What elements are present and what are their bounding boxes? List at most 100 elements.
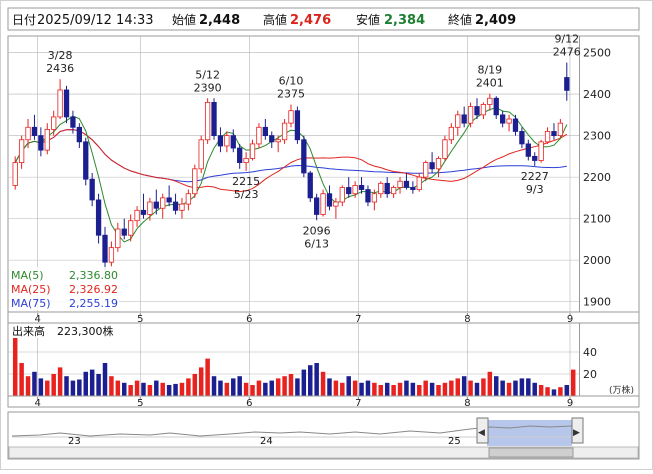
price-y-tick-label: 2000 bbox=[583, 254, 611, 267]
volume-bar bbox=[83, 371, 89, 396]
candle-down bbox=[140, 209, 147, 215]
navigator-selected-range[interactable] bbox=[487, 420, 572, 446]
candle-up bbox=[538, 141, 544, 161]
volume-bar bbox=[519, 378, 525, 396]
navigator-right-arrow-icon: ▶ bbox=[573, 428, 580, 438]
candle-up bbox=[416, 176, 422, 190]
candle-up bbox=[423, 162, 429, 178]
candle-down bbox=[301, 139, 307, 174]
volume-bar bbox=[397, 382, 403, 396]
volume-bar bbox=[166, 385, 172, 396]
candle-up bbox=[288, 110, 294, 124]
volume-bar bbox=[314, 363, 319, 396]
candle-up bbox=[134, 209, 140, 222]
volume-bar bbox=[12, 332, 18, 396]
candle-down bbox=[429, 162, 435, 170]
candle-down bbox=[346, 187, 352, 195]
candle-up bbox=[224, 135, 230, 147]
volume-bar bbox=[487, 371, 493, 396]
price-y-tick-label: 2100 bbox=[583, 213, 611, 226]
candle-down bbox=[326, 193, 333, 207]
candle-up bbox=[256, 126, 262, 145]
volume-bar bbox=[352, 380, 358, 396]
price-y-tick-label: 2300 bbox=[583, 130, 611, 143]
volume-bar bbox=[237, 376, 242, 396]
ma-legend: MA(5) 2,336.80 MA(25) 2,326.92 MA(75) 2,255.1… bbox=[9, 267, 119, 310]
annotation-date: 5/12 bbox=[195, 68, 220, 81]
volume-bar bbox=[45, 380, 50, 396]
volume-bar bbox=[333, 380, 339, 396]
navigator-scrollbar-thumb[interactable] bbox=[488, 447, 574, 458]
candle-up bbox=[352, 185, 358, 195]
volume-bar bbox=[198, 367, 204, 396]
volume-bar bbox=[179, 382, 185, 396]
candle-down bbox=[95, 199, 102, 236]
candle-down bbox=[217, 135, 224, 147]
volume-bar bbox=[461, 376, 467, 396]
legend-value: 2,255.19 bbox=[69, 297, 118, 310]
volume-bar bbox=[269, 380, 275, 396]
volume-bar bbox=[141, 382, 146, 396]
candle-up bbox=[204, 102, 211, 141]
candle-up bbox=[12, 162, 18, 186]
volume-bar bbox=[121, 382, 127, 396]
annotation-price: 2215 bbox=[232, 175, 260, 188]
volume-y-tick-label: 20 bbox=[583, 368, 597, 381]
legend-value: 2,326.92 bbox=[69, 283, 118, 296]
candle-down bbox=[38, 135, 44, 151]
volume-bar bbox=[474, 382, 480, 396]
volume-label: 出来高 bbox=[12, 324, 45, 338]
candle-up bbox=[160, 197, 166, 209]
volume-bar bbox=[96, 374, 101, 396]
candle-down bbox=[70, 116, 76, 128]
volume-bar bbox=[410, 382, 416, 396]
volume-bar bbox=[77, 379, 82, 396]
volume-bar bbox=[532, 382, 537, 396]
volume-y-tick-label: 40 bbox=[583, 346, 597, 359]
candle-down bbox=[31, 126, 38, 137]
volume-bar bbox=[57, 367, 63, 396]
annotation-price: 2227 bbox=[521, 170, 549, 183]
volume-bar bbox=[173, 383, 178, 396]
candle-up bbox=[455, 114, 461, 128]
volume-bar bbox=[205, 358, 210, 396]
candle-down bbox=[512, 118, 519, 132]
volume-bar bbox=[256, 380, 262, 396]
candle-up bbox=[192, 168, 198, 195]
candle-up bbox=[57, 89, 63, 118]
volume-bar bbox=[295, 378, 300, 396]
volume-bar bbox=[423, 380, 428, 396]
volume-bar bbox=[384, 382, 390, 396]
month-tick-label: 4 bbox=[34, 398, 40, 409]
candle-down bbox=[83, 141, 89, 180]
candle-up bbox=[147, 201, 153, 215]
volume-bar bbox=[359, 382, 364, 396]
datetime-value: 2025/09/12 14:33 bbox=[37, 13, 154, 28]
volume-bar bbox=[70, 380, 76, 396]
candle-down bbox=[493, 97, 499, 116]
volume-bar bbox=[404, 380, 409, 396]
price-y-tick-label: 2200 bbox=[583, 171, 611, 184]
month-tick-label: 7 bbox=[355, 398, 361, 409]
volume-bar bbox=[307, 365, 313, 396]
volume-bar bbox=[455, 378, 461, 396]
candle-up bbox=[320, 193, 326, 215]
volume-bar bbox=[346, 376, 351, 396]
candle-up bbox=[448, 126, 454, 141]
volume-bar bbox=[526, 378, 531, 396]
candle-down bbox=[525, 143, 531, 157]
volume-bar bbox=[282, 376, 287, 396]
open-value: 2,448 bbox=[199, 13, 240, 28]
annotation-date: 3/28 bbox=[48, 49, 73, 62]
candle-down bbox=[211, 102, 217, 137]
close-label: 終値 bbox=[448, 12, 472, 27]
candle-down bbox=[384, 182, 390, 195]
volume-bar bbox=[147, 385, 153, 396]
month-tick-label: 5 bbox=[137, 398, 143, 409]
candle-up bbox=[397, 180, 403, 188]
volume-bar bbox=[449, 380, 454, 396]
volume-bar bbox=[288, 374, 294, 396]
volume-bar bbox=[301, 369, 307, 396]
annotation-price: 2401 bbox=[476, 77, 504, 90]
volume-bar bbox=[365, 380, 371, 396]
